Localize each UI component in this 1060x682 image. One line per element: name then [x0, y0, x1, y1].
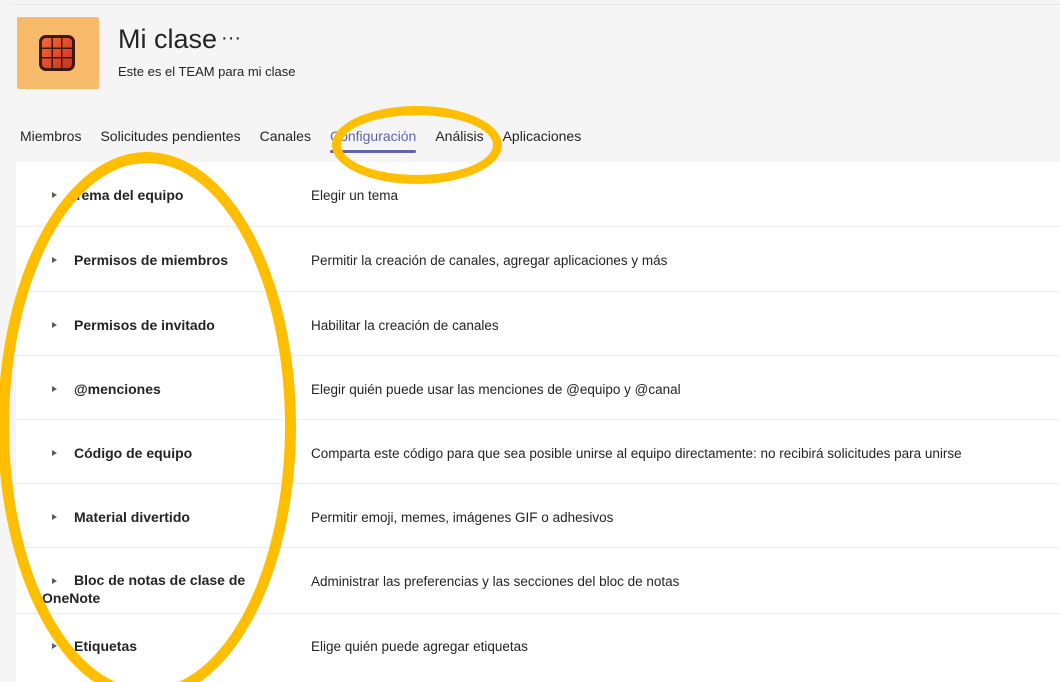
setting-name: Bloc de notas de clase de OneNote: [42, 571, 304, 607]
setting-row-material-divertido[interactable]: Material divertido Permitir emoji, memes…: [16, 484, 1060, 548]
team-description: Este es el TEAM para mi clase: [118, 64, 296, 79]
setting-description: Administrar las preferencias y las secci…: [311, 574, 680, 589]
setting-name: @menciones: [74, 381, 161, 397]
setting-description: Comparta este código para que sea posibl…: [311, 446, 962, 461]
setting-row-onenote[interactable]: Bloc de notas de clase de OneNote Adminis…: [16, 548, 1060, 614]
setting-description: Elegir quién puede usar las menciones de…: [311, 382, 681, 397]
setting-name: Permisos de invitado: [74, 317, 215, 333]
settings-list: Tema del equipo Elegir un tema Permisos …: [16, 162, 1060, 682]
top-divider: [10, 4, 1060, 5]
setting-description: Elegir un tema: [311, 188, 399, 203]
setting-row-permisos-invitado[interactable]: Permisos de invitado Habilitar la creaci…: [16, 292, 1060, 356]
teams-window: Mi clase ··· Este es el TEAM para mi clas…: [0, 0, 1060, 682]
setting-name: Tema del equipo: [74, 187, 184, 203]
setting-name: Código de equipo: [74, 445, 193, 461]
setting-row-codigo-equipo[interactable]: Código de equipo Comparta este código pa…: [16, 420, 1060, 484]
team-avatar[interactable]: [17, 17, 99, 89]
tab-configuracion[interactable]: Configuración: [329, 128, 417, 158]
tab-analisis[interactable]: Análisis: [435, 128, 483, 158]
chevron-right-icon[interactable]: [52, 386, 57, 392]
setting-row-permisos-miembros[interactable]: Permisos de miembros Permitir la creació…: [16, 227, 1060, 292]
more-options-icon[interactable]: ···: [221, 27, 241, 49]
chevron-right-icon[interactable]: [52, 192, 57, 198]
team-tabs: Miembros Solicitudes pendientes Canales …: [20, 128, 600, 158]
setting-row-etiquetas[interactable]: Etiquetas Elige quién puede agregar etiq…: [16, 614, 1060, 674]
chevron-right-icon[interactable]: [52, 257, 57, 263]
chevron-right-icon[interactable]: [52, 643, 57, 649]
tab-aplicaciones[interactable]: Aplicaciones: [503, 128, 582, 158]
setting-description: Permitir la creación de canales, agregar…: [311, 253, 668, 268]
office-tile-icon: [39, 35, 75, 71]
setting-description: Habilitar la creación de canales: [311, 318, 499, 333]
setting-name: Etiquetas: [74, 638, 138, 654]
setting-description: Permitir emoji, memes, imágenes GIF o ad…: [311, 510, 614, 525]
setting-description: Elige quién puede agregar etiquetas: [311, 639, 528, 654]
tab-solicitudes-pendientes[interactable]: Solicitudes pendientes: [100, 128, 240, 158]
chevron-right-icon[interactable]: [52, 450, 57, 456]
team-title: Mi clase ···: [118, 24, 241, 55]
chevron-right-icon[interactable]: [52, 578, 57, 584]
setting-name-line2: OneNote: [42, 590, 101, 606]
chevron-right-icon[interactable]: [52, 322, 57, 328]
setting-name-line1: Bloc de notas de clase de: [74, 572, 246, 588]
setting-name: Permisos de miembros: [74, 252, 229, 268]
team-title-text: Mi clase: [118, 24, 218, 54]
setting-row-menciones[interactable]: @menciones Elegir quién puede usar las m…: [16, 356, 1060, 420]
setting-name: Material divertido: [74, 509, 190, 525]
chevron-right-icon[interactable]: [52, 514, 57, 520]
tab-canales[interactable]: Canales: [260, 128, 311, 158]
tab-miembros[interactable]: Miembros: [20, 128, 81, 158]
setting-row-tema[interactable]: Tema del equipo Elegir un tema: [16, 162, 1060, 227]
